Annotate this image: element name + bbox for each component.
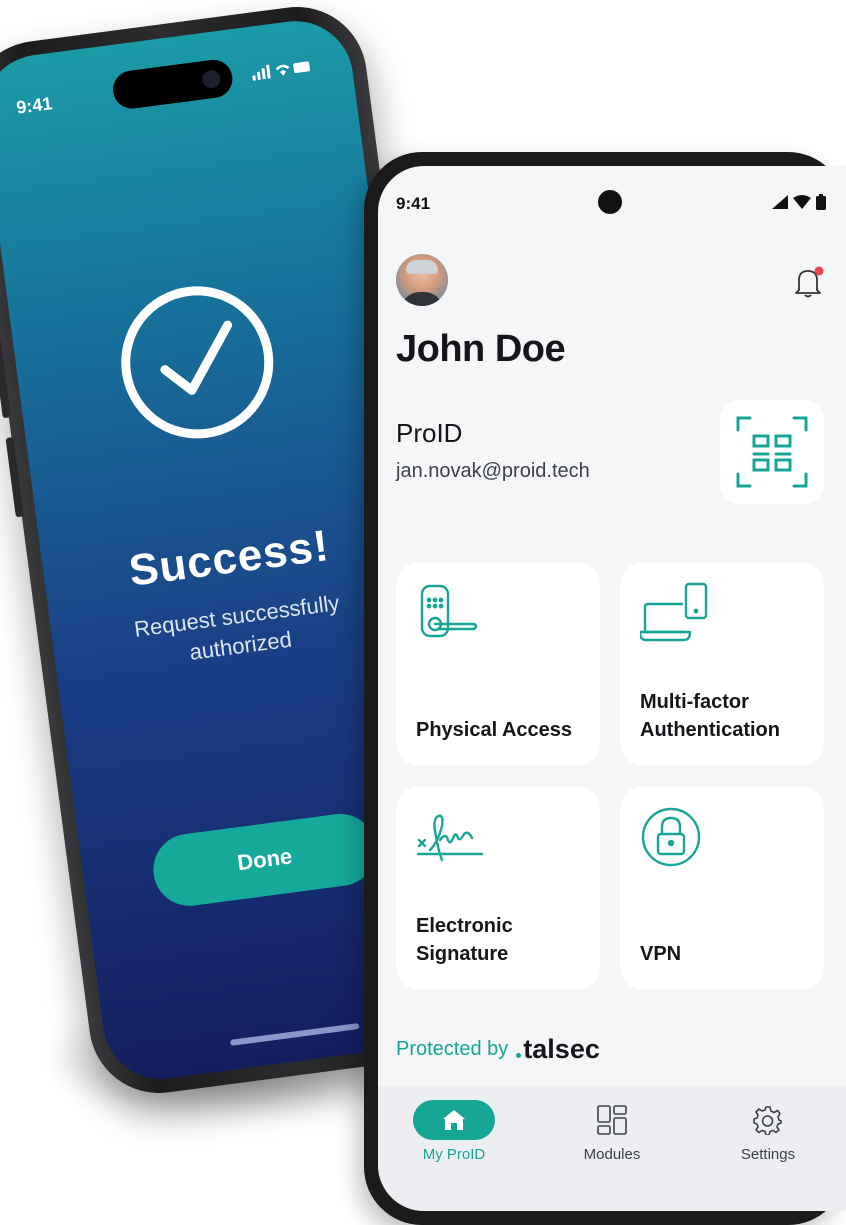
card-label: VPN	[640, 943, 682, 965]
avatar[interactable]	[396, 254, 448, 306]
signal-icon	[772, 195, 788, 209]
camera-icon	[201, 69, 222, 90]
success-check-icon	[111, 277, 283, 448]
avatar-shirt	[400, 292, 444, 306]
success-subtitle: Request successfully authorized	[132, 590, 341, 665]
door-lock-icon	[420, 584, 478, 638]
brand-name: talsec	[523, 1034, 600, 1064]
front-camera	[598, 190, 622, 214]
qr-code-icon	[736, 416, 808, 488]
wifi-icon	[793, 195, 811, 209]
avatar-hair	[406, 260, 438, 274]
status-icons	[251, 59, 313, 85]
signature-icon	[416, 814, 484, 862]
notification-badge	[814, 266, 824, 276]
signal-wifi-battery-icon	[252, 61, 310, 81]
dynamic-island	[110, 57, 235, 111]
gear-icon	[753, 1106, 782, 1135]
notification-button[interactable]	[790, 264, 826, 305]
status-time: 9:41	[396, 194, 431, 213]
card-label: Electronic Signature	[416, 915, 513, 965]
card-vpn[interactable]: VPN	[620, 786, 824, 990]
status-icons	[772, 194, 826, 210]
laptop-phone-icon	[640, 582, 708, 642]
battery-icon	[816, 194, 826, 210]
protected-by-talsec: Protected by talsec	[396, 1034, 600, 1065]
card-multi-factor[interactable]: Multi-factor Authentication	[620, 562, 824, 766]
nav-label: Settings	[740, 1146, 796, 1163]
nav-label: Modules	[583, 1146, 641, 1163]
card-electronic-signature[interactable]: Electronic Signature	[396, 786, 600, 990]
modules-icon	[597, 1105, 627, 1135]
user-name: John Doe	[396, 328, 566, 370]
nav-my-proid[interactable]: My ProID	[394, 1100, 514, 1163]
volume-up-button	[0, 337, 11, 419]
checkmark-icon	[160, 320, 233, 395]
nav-label: My ProID	[422, 1146, 486, 1163]
qr-code-button[interactable]	[720, 400, 824, 504]
done-button[interactable]: Done	[149, 809, 381, 911]
card-physical-access[interactable]: Physical Access	[396, 562, 600, 766]
volume-down-button	[5, 437, 24, 518]
talsec-logo: talsec	[516, 1034, 600, 1065]
right-phone: 9:41 John Doe ProID jan.novak@proid.tech…	[364, 152, 846, 1225]
card-label: Multi-factor Authentication	[640, 691, 780, 741]
active-nav-pill	[413, 1100, 495, 1140]
bell-icon	[795, 266, 824, 298]
home-indicator[interactable]	[229, 1022, 360, 1046]
protected-by-text: Protected by	[396, 1038, 509, 1060]
home-icon	[443, 1110, 465, 1130]
nav-modules[interactable]: Modules	[552, 1100, 672, 1163]
org-name: ProID	[396, 418, 463, 448]
marketing-stage: 9:41 Success! Request successfully autho…	[0, 0, 846, 1225]
brand-dot	[516, 1053, 522, 1058]
user-email: jan.novak@proid.tech	[396, 460, 590, 482]
bottom-navigation: My ProID Modules Settings	[378, 1086, 846, 1211]
right-phone-screen: 9:41 John Doe ProID jan.novak@proid.tech…	[378, 166, 846, 1211]
padlock-icon	[641, 807, 701, 867]
nav-settings[interactable]: Settings	[708, 1100, 828, 1163]
status-time: 9:41	[15, 93, 54, 118]
card-label: Physical Access	[416, 719, 573, 741]
